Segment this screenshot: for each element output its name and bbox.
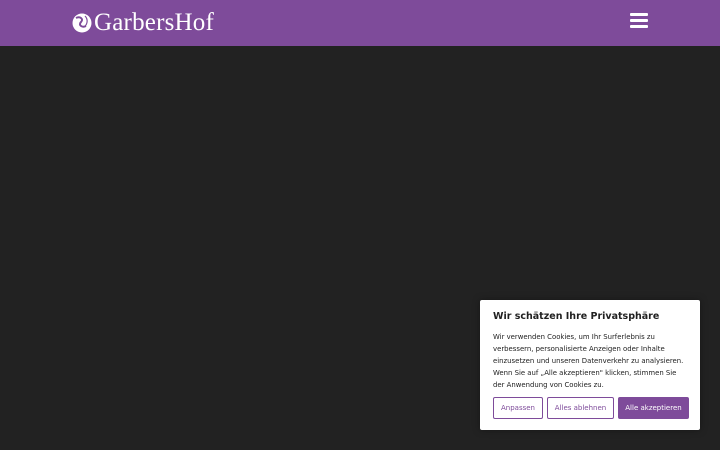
customize-cookies-button[interactable]: Anpassen bbox=[493, 397, 543, 419]
accept-all-cookies-button[interactable]: Alle akzeptieren bbox=[618, 397, 689, 419]
cookie-consent-banner: Wir schätzen Ihre Privatsphäre Wir verwe… bbox=[480, 300, 700, 430]
site-header: GarbersHof bbox=[0, 0, 720, 46]
cookie-banner-title: Wir schätzen Ihre Privatsphäre bbox=[493, 311, 660, 322]
hamburger-menu-icon[interactable] bbox=[628, 13, 650, 31]
menu-bar bbox=[630, 25, 648, 28]
reject-all-cookies-button[interactable]: Alles ablehnen bbox=[547, 397, 614, 419]
globe-swirl-icon bbox=[72, 13, 92, 33]
menu-bar bbox=[630, 19, 648, 22]
cookie-button-group: Anpassen Alles ablehnen Alle akzeptieren bbox=[493, 397, 689, 419]
site-logo-link[interactable]: GarbersHof bbox=[71, 9, 214, 37]
menu-bar bbox=[630, 13, 648, 16]
cookie-banner-text: Wir verwenden Cookies, um Ihr Surferlebn… bbox=[493, 333, 684, 389]
logo-text: GarbersHof bbox=[94, 9, 215, 36]
